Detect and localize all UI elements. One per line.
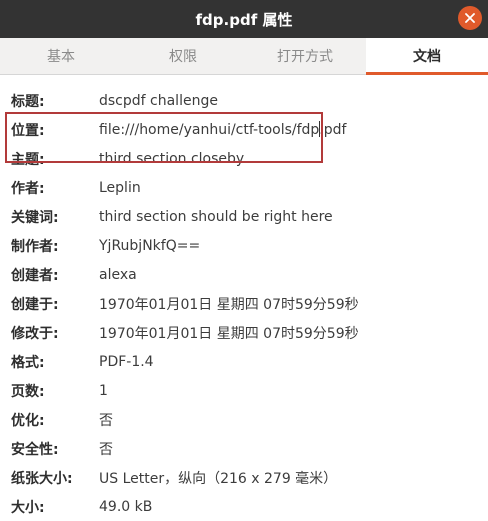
property-value[interactable]: third section closeby [99, 151, 244, 167]
tab-label: 打开方式 [277, 49, 333, 65]
property-row-author: 作者: Leplin [0, 173, 488, 202]
property-value[interactable]: third section should be right here [99, 209, 333, 225]
property-label: 创建于: [11, 296, 59, 313]
property-row-location: 位置: file:///home/yanhui/ctf-tools/fdp.pd… [0, 115, 488, 144]
property-label: 创建者: [11, 267, 59, 284]
property-label: 格式: [11, 354, 45, 371]
property-value[interactable]: 1 [99, 383, 108, 399]
property-value[interactable]: 否 [99, 410, 113, 430]
property-label: 修改于: [11, 325, 59, 342]
property-row-paper-size: 纸张大小: US Letter，纵向（216 x 279 毫米） [0, 463, 488, 492]
tab-label: 文档 [413, 49, 441, 65]
tab-label: 基本 [47, 49, 75, 65]
property-row-title: 标题: dscpdf challenge [0, 86, 488, 115]
property-row-size: 大小: 49.0 kB [0, 492, 488, 521]
property-value[interactable]: 1970年01月01日 星期四 07时59分59秒 [99, 294, 359, 314]
property-row-subject: 主题: third section closeby [0, 144, 488, 173]
property-row-optimized: 优化: 否 [0, 405, 488, 434]
tab-bar: 基本 权限 打开方式 文档 [0, 38, 488, 75]
property-label: 页数: [11, 383, 45, 400]
property-label: 标题: [11, 93, 45, 110]
text-caret [319, 121, 320, 137]
property-label: 位置: [11, 122, 45, 139]
property-label: 关键词: [11, 209, 59, 226]
property-value[interactable]: dscpdf challenge [99, 93, 218, 109]
property-value[interactable]: YjRubjNkfQ== [99, 238, 200, 254]
property-value[interactable]: Leplin [99, 180, 141, 196]
property-row-keywords: 关键词: third section should be right here [0, 202, 488, 231]
tab-label: 权限 [169, 49, 197, 65]
property-label: 作者: [11, 180, 45, 197]
property-row-pages: 页数: 1 [0, 376, 488, 405]
property-row-creator: 创建者: alexa [0, 260, 488, 289]
tab-basic[interactable]: 基本 [0, 38, 122, 74]
property-value[interactable]: US Letter，纵向（216 x 279 毫米） [99, 468, 337, 488]
property-label: 主题: [11, 151, 45, 168]
property-row-created: 创建于: 1970年01月01日 星期四 07时59分59秒 [0, 289, 488, 318]
tab-permissions[interactable]: 权限 [122, 38, 244, 74]
title-bar: fdp.pdf 属性 [0, 0, 488, 38]
window-title: fdp.pdf 属性 [195, 10, 293, 29]
property-row-modified: 修改于: 1970年01月01日 星期四 07时59分59秒 [0, 318, 488, 347]
close-button[interactable] [458, 6, 482, 30]
property-value[interactable]: alexa [99, 267, 137, 283]
property-value[interactable]: 49.0 kB [99, 499, 152, 515]
property-label: 安全性: [11, 441, 59, 458]
property-row-format: 格式: PDF-1.4 [0, 347, 488, 376]
document-properties: 标题: dscpdf challenge 位置: file:///home/ya… [0, 86, 488, 521]
property-label: 制作者: [11, 238, 59, 255]
property-label: 纸张大小: [11, 470, 73, 487]
tab-open-with[interactable]: 打开方式 [244, 38, 366, 74]
tab-document[interactable]: 文档 [366, 38, 488, 75]
property-label: 大小: [11, 499, 45, 516]
close-icon [465, 13, 475, 23]
property-label: 优化: [11, 412, 45, 429]
property-value[interactable]: 1970年01月01日 星期四 07时59分59秒 [99, 323, 359, 343]
property-value[interactable]: 否 [99, 439, 113, 459]
property-value[interactable]: file:///home/yanhui/ctf-tools/fdp.pdf [99, 122, 346, 138]
property-row-security: 安全性: 否 [0, 434, 488, 463]
property-row-producer: 制作者: YjRubjNkfQ== [0, 231, 488, 260]
property-value[interactable]: PDF-1.4 [99, 354, 154, 370]
